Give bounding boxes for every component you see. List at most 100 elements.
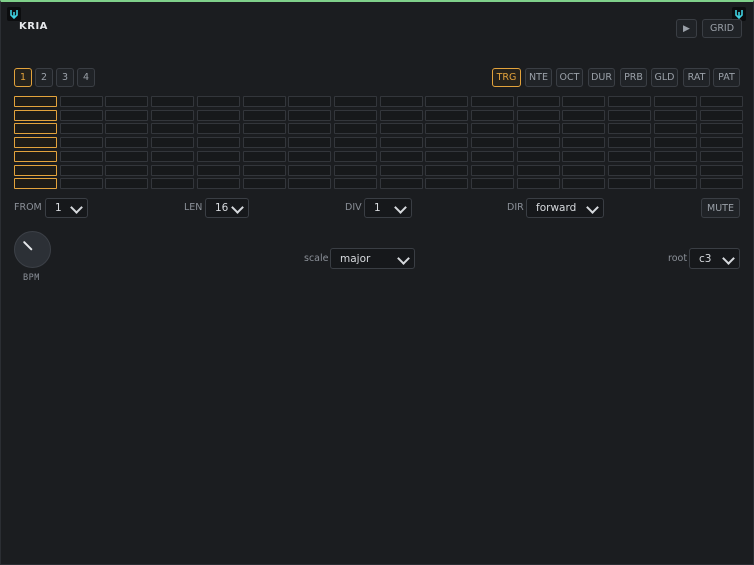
grid-cell[interactable]	[14, 150, 57, 162]
grid-cell[interactable]	[425, 123, 469, 135]
mode-tab-pat[interactable]: PAT	[713, 68, 740, 87]
grid-cell[interactable]	[699, 178, 743, 190]
mode-tab-rat[interactable]: RAT	[683, 68, 710, 87]
grid-cell[interactable]	[242, 109, 286, 121]
grid-cell[interactable]	[516, 137, 560, 149]
grid-cell[interactable]	[242, 178, 286, 190]
grid-cell[interactable]	[653, 109, 697, 121]
grid-cell[interactable]	[14, 178, 57, 190]
grid-cell[interactable]	[288, 164, 332, 176]
grid-cell[interactable]	[14, 164, 57, 176]
grid-cell[interactable]	[379, 150, 423, 162]
grid-cell[interactable]	[699, 123, 743, 135]
grid-cell[interactable]	[14, 123, 57, 135]
grid-cell[interactable]	[562, 178, 606, 190]
grid-cell[interactable]	[151, 96, 195, 107]
mute-button[interactable]: MUTE	[701, 198, 740, 218]
grid-cell[interactable]	[653, 150, 697, 162]
grid-cell[interactable]	[196, 164, 240, 176]
grid-cell[interactable]	[516, 150, 560, 162]
grid-cell[interactable]	[471, 164, 514, 176]
mode-tab-trg[interactable]: TRG	[492, 68, 521, 87]
grid-cell[interactable]	[699, 96, 743, 107]
grid-cell[interactable]	[425, 178, 469, 190]
grid-cell[interactable]	[288, 96, 332, 107]
grid-cell[interactable]	[14, 96, 57, 107]
grid-cell[interactable]	[196, 123, 240, 135]
grid-cell[interactable]	[562, 109, 606, 121]
grid-cell[interactable]	[379, 96, 423, 107]
grid-cell[interactable]	[196, 178, 240, 190]
grid-cell[interactable]	[471, 150, 514, 162]
track-tab-4[interactable]: 4	[77, 68, 95, 87]
grid-cell[interactable]	[425, 150, 469, 162]
grid-cell[interactable]	[151, 178, 195, 190]
grid-cell[interactable]	[516, 96, 560, 107]
grid-cell[interactable]	[516, 123, 560, 135]
len-select[interactable]: 16	[205, 198, 249, 218]
grid-cell[interactable]	[379, 178, 423, 190]
grid-cell[interactable]	[288, 109, 332, 121]
grid-cell[interactable]	[699, 109, 743, 121]
grid-cell[interactable]	[608, 178, 652, 190]
grid-cell[interactable]	[608, 123, 652, 135]
grid-cell[interactable]	[379, 137, 423, 149]
grid-cell[interactable]	[151, 164, 195, 176]
grid-cell[interactable]	[59, 178, 103, 190]
grid-cell[interactable]	[608, 137, 652, 149]
grid-cell[interactable]	[699, 164, 743, 176]
grid-cell[interactable]	[242, 96, 286, 107]
grid-cell[interactable]	[562, 137, 606, 149]
grid-cell[interactable]	[333, 137, 377, 149]
grid-cell[interactable]	[379, 109, 423, 121]
grid-cell[interactable]	[333, 164, 377, 176]
grid-cell[interactable]	[242, 137, 286, 149]
grid-cell[interactable]	[14, 137, 57, 149]
div-select[interactable]: 1	[364, 198, 412, 218]
grid-cell[interactable]	[242, 164, 286, 176]
grid-cell[interactable]	[105, 164, 149, 176]
grid-cell[interactable]	[653, 137, 697, 149]
grid-cell[interactable]	[196, 137, 240, 149]
grid-cell[interactable]	[105, 109, 149, 121]
grid-cell[interactable]	[151, 137, 195, 149]
grid-cell[interactable]	[425, 109, 469, 121]
grid-cell[interactable]	[59, 164, 103, 176]
grid-cell[interactable]	[59, 96, 103, 107]
grid-cell[interactable]	[333, 178, 377, 190]
grid-cell[interactable]	[471, 137, 514, 149]
grid-cell[interactable]	[288, 150, 332, 162]
grid-cell[interactable]	[653, 96, 697, 107]
grid-cell[interactable]	[608, 96, 652, 107]
grid-cell[interactable]	[471, 123, 514, 135]
grid-cell[interactable]	[425, 96, 469, 107]
grid-cell[interactable]	[425, 164, 469, 176]
bpm-knob[interactable]	[14, 231, 51, 268]
grid-cell[interactable]	[196, 150, 240, 162]
grid-cell[interactable]	[151, 150, 195, 162]
grid-cell[interactable]	[379, 164, 423, 176]
grid-cell[interactable]	[425, 137, 469, 149]
grid-button[interactable]: GRID	[702, 19, 742, 38]
grid-cell[interactable]	[196, 96, 240, 107]
grid-cell[interactable]	[516, 109, 560, 121]
grid-cell[interactable]	[105, 123, 149, 135]
grid-cell[interactable]	[333, 109, 377, 121]
grid-cell[interactable]	[59, 123, 103, 135]
grid-cell[interactable]	[242, 123, 286, 135]
grid-cell[interactable]	[196, 109, 240, 121]
grid-cell[interactable]	[608, 150, 652, 162]
grid-cell[interactable]	[653, 178, 697, 190]
grid-cell[interactable]	[379, 123, 423, 135]
grid-cell[interactable]	[59, 150, 103, 162]
grid-cell[interactable]	[471, 96, 514, 107]
grid-cell[interactable]	[333, 123, 377, 135]
grid-cell[interactable]	[288, 123, 332, 135]
grid-cell[interactable]	[59, 109, 103, 121]
mode-tab-prb[interactable]: PRB	[620, 68, 647, 87]
mode-tab-oct[interactable]: OCT	[556, 68, 583, 87]
grid-cell[interactable]	[105, 178, 149, 190]
grid-cell[interactable]	[562, 164, 606, 176]
track-tab-1[interactable]: 1	[14, 68, 32, 87]
grid-cell[interactable]	[653, 123, 697, 135]
